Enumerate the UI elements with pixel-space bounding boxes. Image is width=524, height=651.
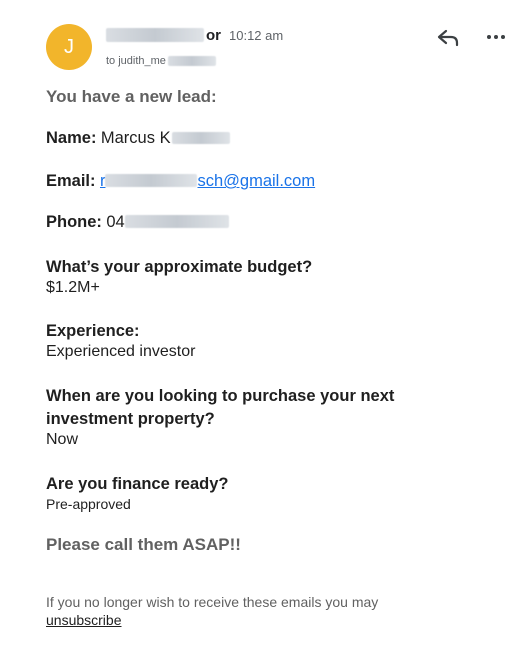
email-link[interactable]: r sch@gmail.com — [100, 172, 315, 190]
recipient-line[interactable]: to judith_me — [106, 54, 216, 68]
redacted-name — [171, 132, 230, 144]
name-value: Marcus K — [100, 129, 171, 147]
footer-text: If you no longer wish to receive these e… — [46, 594, 379, 610]
experience-question: Experience: — [46, 322, 140, 340]
finance-answer: Pre-approved — [46, 496, 131, 512]
purchase-question-line2: investment property? — [46, 410, 215, 428]
email-row: Email: r sch@gmail.com — [46, 172, 315, 191]
redacted-recipient — [167, 56, 216, 66]
reply-icon[interactable] — [436, 27, 460, 49]
redacted-phone — [124, 215, 229, 228]
redacted-email — [105, 174, 198, 187]
more-options-icon[interactable] — [484, 26, 508, 48]
name-label: Name: — [46, 129, 97, 147]
sender-line[interactable]: or 10:12 am — [106, 26, 283, 44]
recipient-text: to judith_me — [106, 55, 166, 67]
budget-answer: $1.2M+ — [46, 279, 100, 296]
purchase-answer: Now — [46, 431, 79, 448]
closing-text: Please call them ASAP!! — [46, 535, 241, 554]
lead-intro: You have a new lead: — [46, 87, 217, 106]
budget-question: What’s your approximate budget? — [46, 258, 313, 276]
redacted-sender-name — [106, 28, 204, 42]
sender-avatar[interactable]: J — [46, 24, 92, 70]
name-row: Name: Marcus K — [46, 129, 230, 148]
finance-question: Are you finance ready? — [46, 475, 229, 493]
phone-row: Phone: 04 — [46, 213, 229, 232]
experience-answer: Experienced investor — [46, 343, 196, 360]
phone-value: 04 — [106, 213, 125, 231]
email-label: Email: — [46, 172, 96, 190]
sender-name-visible: or — [206, 26, 221, 44]
unsubscribe-link[interactable]: unsubscribe — [46, 612, 122, 628]
email-time: 10:12 am — [229, 27, 284, 43]
purchase-question-line1: When are you looking to purchase your ne… — [46, 387, 395, 405]
phone-label: Phone: — [46, 213, 102, 231]
